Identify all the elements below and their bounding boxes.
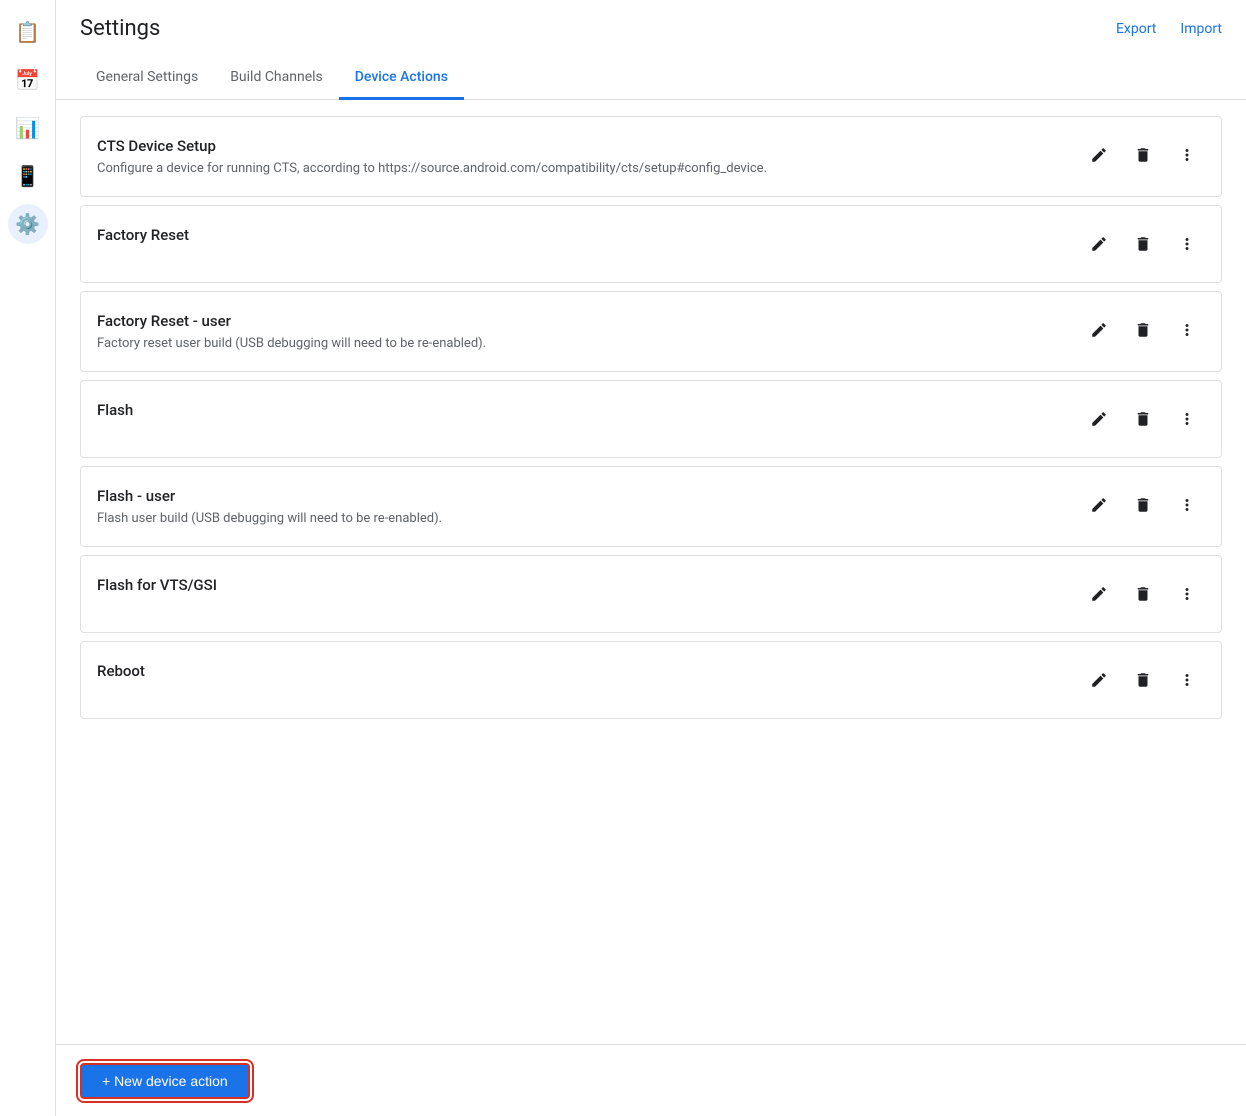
edit-button-factory-reset-user[interactable] xyxy=(1081,312,1117,348)
tab-device-actions[interactable]: Device Actions xyxy=(339,57,464,100)
export-link[interactable]: Export xyxy=(1116,21,1156,37)
sidebar-item-device[interactable]: 📱 xyxy=(8,156,48,196)
action-desc-factory-reset-user: Factory reset user build (USB debugging … xyxy=(97,336,1065,351)
edit-button-flash-vts-gsi[interactable] xyxy=(1081,576,1117,612)
action-desc-flash-user: Flash user build (USB debugging will nee… xyxy=(97,511,1065,526)
more-button-factory-reset-user[interactable] xyxy=(1169,312,1205,348)
sidebar-item-reports[interactable]: 📋 xyxy=(8,12,48,52)
action-info-flash: Flash xyxy=(97,401,1065,425)
bottom-bar: + New device action xyxy=(56,1044,1246,1116)
more-button-reboot[interactable] xyxy=(1169,662,1205,698)
more-button-cts-device-setup[interactable] xyxy=(1169,137,1205,173)
new-device-action-button[interactable]: + New device action xyxy=(80,1063,250,1099)
device-icon: 📱 xyxy=(15,166,40,186)
delete-button-flash-vts-gsi[interactable] xyxy=(1125,576,1161,612)
main-content: Settings Export Import General SettingsB… xyxy=(56,0,1246,1116)
action-info-factory-reset-user: Factory Reset - user Factory reset user b… xyxy=(97,312,1065,351)
action-info-cts-device-setup: CTS Device Setup Configure a device for r… xyxy=(97,137,1065,176)
action-card-reboot: Reboot xyxy=(80,641,1222,719)
action-card-flash-vts-gsi: Flash for VTS/GSI xyxy=(80,555,1222,633)
tabs-bar: General SettingsBuild ChannelsDevice Act… xyxy=(56,57,1246,100)
action-buttons-flash xyxy=(1081,401,1205,437)
action-card-cts-device-setup: CTS Device Setup Configure a device for r… xyxy=(80,116,1222,197)
action-title-reboot: Reboot xyxy=(97,662,1065,680)
delete-button-factory-reset[interactable] xyxy=(1125,226,1161,262)
delete-button-flash-user[interactable] xyxy=(1125,487,1161,523)
tab-build-channels[interactable]: Build Channels xyxy=(214,57,339,100)
action-title-cts-device-setup: CTS Device Setup xyxy=(97,137,1065,155)
delete-button-flash[interactable] xyxy=(1125,401,1161,437)
header-actions: Export Import xyxy=(1116,21,1222,37)
edit-button-cts-device-setup[interactable] xyxy=(1081,137,1117,173)
action-buttons-factory-reset xyxy=(1081,226,1205,262)
edit-button-reboot[interactable] xyxy=(1081,662,1117,698)
action-buttons-flash-vts-gsi xyxy=(1081,576,1205,612)
action-card-flash-user: Flash - user Flash user build (USB debugg… xyxy=(80,466,1222,547)
more-button-flash-vts-gsi[interactable] xyxy=(1169,576,1205,612)
action-buttons-cts-device-setup xyxy=(1081,137,1205,173)
import-link[interactable]: Import xyxy=(1180,21,1222,37)
action-info-factory-reset: Factory Reset xyxy=(97,226,1065,250)
calendar-icon: 📅 xyxy=(15,70,40,90)
delete-button-reboot[interactable] xyxy=(1125,662,1161,698)
action-title-flash-user: Flash - user xyxy=(97,487,1065,505)
action-info-flash-user: Flash - user Flash user build (USB debugg… xyxy=(97,487,1065,526)
settings-icon: ⚙️ xyxy=(15,214,40,234)
sidebar-item-calendar[interactable]: 📅 xyxy=(8,60,48,100)
action-title-factory-reset: Factory Reset xyxy=(97,226,1065,244)
action-card-flash: Flash xyxy=(80,380,1222,458)
page-header: Settings Export Import xyxy=(56,0,1246,41)
sidebar-item-analytics[interactable]: 📊 xyxy=(8,108,48,148)
delete-button-cts-device-setup[interactable] xyxy=(1125,137,1161,173)
action-info-flash-vts-gsi: Flash for VTS/GSI xyxy=(97,576,1065,600)
more-button-factory-reset[interactable] xyxy=(1169,226,1205,262)
more-button-flash-user[interactable] xyxy=(1169,487,1205,523)
sidebar-item-settings[interactable]: ⚙️ xyxy=(8,204,48,244)
analytics-icon: 📊 xyxy=(15,118,40,138)
action-title-flash: Flash xyxy=(97,401,1065,419)
content-area: CTS Device Setup Configure a device for r… xyxy=(56,100,1246,1116)
action-desc-cts-device-setup: Configure a device for running CTS, acco… xyxy=(97,161,1065,176)
action-buttons-factory-reset-user xyxy=(1081,312,1205,348)
tab-general[interactable]: General Settings xyxy=(80,57,214,100)
edit-button-flash[interactable] xyxy=(1081,401,1117,437)
delete-button-factory-reset-user[interactable] xyxy=(1125,312,1161,348)
more-button-flash[interactable] xyxy=(1169,401,1205,437)
reports-icon: 📋 xyxy=(15,22,40,42)
action-card-factory-reset-user: Factory Reset - user Factory reset user b… xyxy=(80,291,1222,372)
action-card-factory-reset: Factory Reset xyxy=(80,205,1222,283)
action-buttons-flash-user xyxy=(1081,487,1205,523)
action-title-flash-vts-gsi: Flash for VTS/GSI xyxy=(97,576,1065,594)
page-title: Settings xyxy=(80,16,160,41)
action-title-factory-reset-user: Factory Reset - user xyxy=(97,312,1065,330)
edit-button-flash-user[interactable] xyxy=(1081,487,1117,523)
sidebar: 📋 📅 📊 📱 ⚙️ xyxy=(0,0,56,1116)
action-buttons-reboot xyxy=(1081,662,1205,698)
edit-button-factory-reset[interactable] xyxy=(1081,226,1117,262)
action-info-reboot: Reboot xyxy=(97,662,1065,686)
